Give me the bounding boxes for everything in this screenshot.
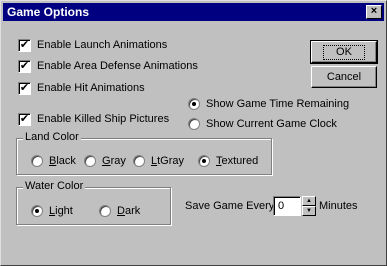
land-black-label: Black <box>49 155 76 167</box>
radio-show-time-remaining[interactable]: Show Game Time Remaining <box>188 97 349 111</box>
save-interval-label: Save Game Every <box>185 200 275 212</box>
close-icon: × <box>370 5 378 17</box>
spin-up-icon[interactable]: ▲ <box>302 196 316 206</box>
land-color-gray[interactable]: Gray <box>84 154 126 168</box>
land-textured-radio-dot[interactable] <box>198 155 210 167</box>
land-ltgray-label: LtGray <box>151 155 185 167</box>
water-color-title: Water Color <box>23 180 86 192</box>
radio-show-game-clock[interactable]: Show Current Game Clock <box>188 117 337 131</box>
launch-checkbox-box[interactable]: ✔ <box>18 38 31 52</box>
hit-checkbox-box[interactable]: ✔ <box>18 81 31 95</box>
spin-down-icon[interactable]: ▼ <box>302 206 316 216</box>
game-clock-label: Show Current Game Clock <box>206 118 337 130</box>
time-remaining-radio-dot[interactable] <box>188 98 200 110</box>
game-clock-radio-dot[interactable] <box>188 118 200 130</box>
checkbox-hit-animations[interactable]: ✔ Enable Hit Animations <box>18 81 145 95</box>
checkbox-killed-ship-pictures[interactable]: ✔ Enable Killed Ship Pictures <box>18 112 169 126</box>
water-light-radio-dot[interactable] <box>31 205 43 217</box>
land-gray-radio-dot[interactable] <box>84 155 96 167</box>
checkbox-area-defense-animations[interactable]: ✔ Enable Area Defense Animations <box>18 59 198 73</box>
ok-button-label: OK <box>323 45 365 60</box>
launch-checkbox-label: Enable Launch Animations <box>37 39 168 51</box>
save-interval-units: Minutes <box>319 200 358 212</box>
cancel-button-label: Cancel <box>326 71 362 83</box>
window-title: Game Options <box>7 5 90 19</box>
game-options-dialog: Game Options × ✔ Enable Launch Animation… <box>0 0 387 266</box>
water-light-label: Light <box>49 205 73 217</box>
time-remaining-label: Show Game Time Remaining <box>206 98 350 110</box>
water-dark-label: Dark <box>117 205 141 217</box>
land-textured-label: Textured <box>216 155 259 167</box>
checkbox-launch-animations[interactable]: ✔ Enable Launch Animations <box>18 38 167 52</box>
land-gray-label: Gray <box>102 155 126 167</box>
killed-ship-checkbox-box[interactable]: ✔ <box>18 112 31 126</box>
save-interval-input[interactable]: 0 <box>273 196 301 216</box>
area-defense-checkbox-label: Enable Area Defense Animations <box>37 60 198 72</box>
land-color-title: Land Color <box>23 131 81 143</box>
title-bar: Game Options × <box>3 3 384 21</box>
land-color-ltgray[interactable]: LtGray <box>133 154 184 168</box>
cancel-button[interactable]: Cancel <box>311 66 377 88</box>
land-ltgray-radio-dot[interactable] <box>133 155 145 167</box>
land-color-black[interactable]: Black <box>31 154 76 168</box>
ok-button[interactable]: OK <box>310 40 378 64</box>
close-button[interactable]: × <box>366 5 382 19</box>
killed-ship-checkbox-label: Enable Killed Ship Pictures <box>37 113 170 125</box>
land-color-textured[interactable]: Textured <box>198 154 258 168</box>
area-defense-checkbox-box[interactable]: ✔ <box>18 59 31 73</box>
water-dark-radio-dot[interactable] <box>99 205 111 217</box>
water-color-light[interactable]: Light <box>31 204 73 218</box>
land-black-radio-dot[interactable] <box>31 155 43 167</box>
water-color-dark[interactable]: Dark <box>99 204 140 218</box>
save-interval-spinner[interactable]: ▲ ▼ <box>302 196 316 216</box>
hit-checkbox-label: Enable Hit Animations <box>37 82 145 94</box>
